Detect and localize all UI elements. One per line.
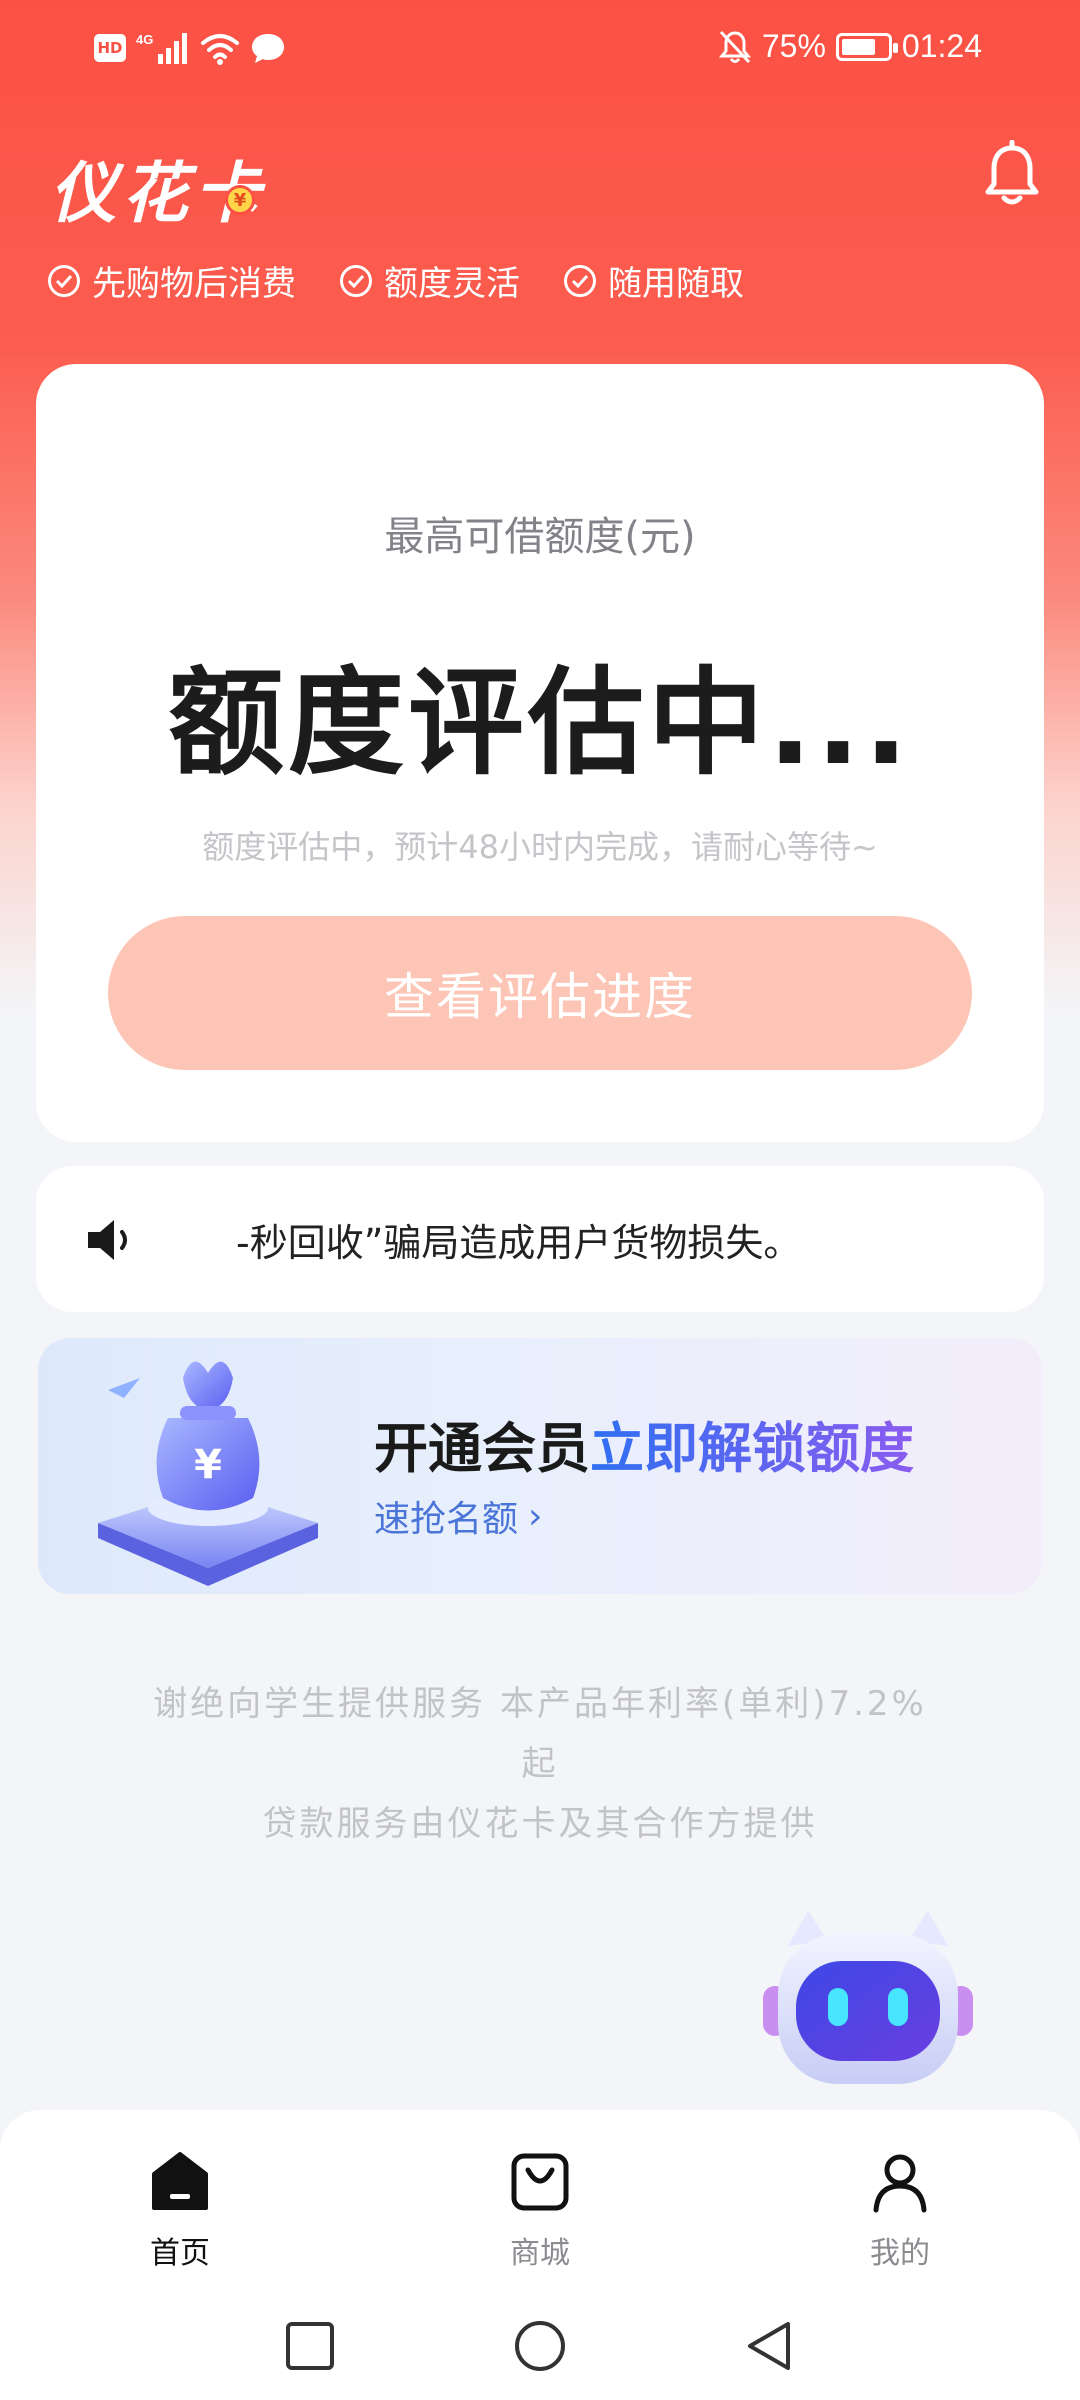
membership-subtitle[interactable]: 速抢名额 › — [374, 1490, 542, 1542]
notice-fade — [156, 1166, 234, 1312]
tab-home[interactable]: 首页 — [80, 2150, 280, 2272]
system-nav-bar — [0, 2290, 1080, 2400]
view-progress-button[interactable]: 查看评估进度 — [108, 916, 972, 1070]
status-right: 75% 01:24 — [718, 28, 982, 65]
clock: 01:24 — [901, 28, 982, 64]
check-circle-icon — [340, 264, 372, 297]
tab-label: 我的 — [870, 2236, 930, 2271]
profile-icon — [873, 2154, 927, 2213]
message-icon — [252, 34, 284, 63]
feature-item: 先购物后消费 — [48, 256, 296, 305]
feature-item: 随用随取 — [564, 256, 744, 305]
feature-label: 先购物后消费 — [92, 264, 296, 304]
credit-status-title: 额度评估中... — [167, 656, 913, 791]
tab-label: 商城 — [510, 2236, 570, 2271]
chevron-right-icon: › — [528, 1495, 543, 1537]
mute-icon — [718, 30, 751, 63]
tab-label: 首页 — [150, 2236, 210, 2271]
robot-assistant-icon[interactable] — [758, 1906, 978, 2086]
home-circle-icon[interactable] — [512, 2318, 568, 2374]
feature-label: 随用随取 — [608, 264, 744, 304]
feature-label: 额度灵活 — [384, 264, 520, 304]
disclaimer-line: 贷款服务由仪花卡及其合作方提供 — [262, 1804, 818, 1844]
membership-title-highlight: 立即解锁额度 — [590, 1417, 914, 1480]
credit-limit-card: 最高可借额度(元) 额度评估中... 额度评估中，预计48小时内完成，请耐心等待… — [36, 364, 1044, 1142]
bell-icon[interactable] — [982, 140, 1042, 208]
brand-badge-icon: ¥ — [225, 185, 255, 215]
home-icon — [152, 2152, 208, 2210]
shopping-bag-icon — [511, 2153, 569, 2211]
notice-text: -秒回收”骗局造成用户货物损失。 — [236, 1221, 802, 1265]
membership-title: 开通会员立即解锁额度 — [374, 1404, 914, 1483]
disclaimer-line: 谢绝向学生提供服务 本产品年利率(单利)7.2% — [153, 1684, 927, 1724]
battery-percent: 75% — [761, 28, 826, 64]
feature-list: 先购物后消费 额度灵活 随用随取 — [48, 256, 744, 305]
notice-bar[interactable]: -秒回收”骗局造成用户货物损失。 — [36, 1166, 1044, 1312]
back-triangle-icon[interactable] — [742, 2318, 798, 2374]
membership-title-plain: 开通会员 — [374, 1417, 590, 1480]
svg-text:4G: 4G — [136, 32, 153, 47]
battery-icon — [835, 32, 898, 61]
membership-banner[interactable]: ¥ 开通会员立即解锁额度 速抢名额 › — [38, 1338, 1042, 1594]
money-bag-illustration: ¥ — [98, 1361, 318, 1586]
recent-apps-icon[interactable] — [282, 2318, 338, 2374]
status-left: HD 4G — [94, 30, 286, 66]
hd-icon: HD — [94, 34, 126, 62]
tab-mall[interactable]: 商城 — [440, 2150, 640, 2272]
disclaimer: 谢绝向学生提供服务 本产品年利率(单利)7.2% 起 贷款服务由仪花卡及其合作方… — [110, 1674, 970, 1854]
wifi-icon — [201, 34, 239, 65]
check-circle-icon — [564, 264, 596, 297]
check-circle-icon — [48, 264, 80, 297]
status-bar: HD 4G 75% 01:24 — [0, 0, 1080, 105]
svg-text:¥: ¥ — [194, 1442, 222, 1488]
feature-item: 额度灵活 — [340, 256, 520, 305]
credit-limit-label: 最高可借额度(元) — [384, 514, 696, 560]
tab-profile[interactable]: 我的 — [800, 2150, 1000, 2272]
credit-status-hint: 额度评估中，预计48小时内完成，请耐心等待~ — [202, 828, 878, 866]
signal-4g-icon: 4G — [136, 32, 187, 64]
membership-subtitle-text: 速抢名额 — [374, 1499, 519, 1540]
disclaimer-line: 起 — [521, 1744, 559, 1784]
speaker-icon — [88, 1220, 127, 1260]
